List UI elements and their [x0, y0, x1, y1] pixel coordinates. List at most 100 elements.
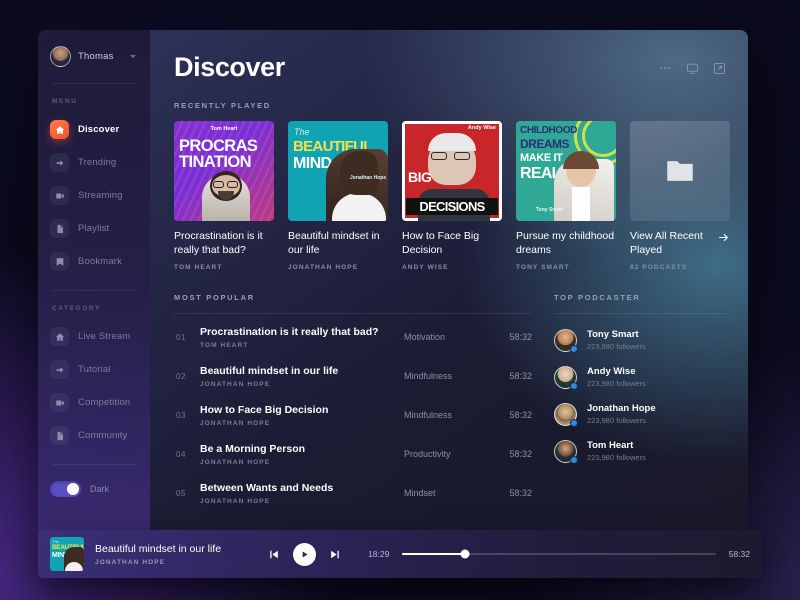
podcaster-followers: 223,980 followers: [587, 342, 646, 351]
podcaster-name: Tom Heart: [587, 440, 646, 451]
sidebar-item-community-label: Community: [78, 430, 127, 441]
cast-screen-icon[interactable]: [686, 62, 699, 80]
home-icon: [50, 327, 69, 346]
artwork-badge: Jonathan Hope: [350, 175, 386, 181]
artwork-badge: Tony Smart: [536, 207, 563, 213]
track-name: Beautiful mindset in our life: [200, 365, 404, 377]
track-author: JONATHAN HOPE: [200, 381, 404, 388]
artwork-pre: The: [294, 127, 310, 137]
view-all-title: View All Recent Played: [630, 230, 717, 258]
sidebar-item-community[interactable]: Community: [38, 419, 150, 452]
track-duration: 58:32: [490, 488, 532, 498]
track-category: Mindfulness: [404, 410, 490, 420]
page-header: Discover: [174, 52, 726, 83]
list-item[interactable]: Tony Smart 223,980 followers: [554, 322, 726, 359]
list-item[interactable]: Jonathan Hope 223,980 followers: [554, 396, 726, 433]
podcast-artwork[interactable]: Andy Wise BIG DECISIONS: [402, 121, 502, 221]
most-popular-divider: [174, 313, 532, 314]
track-author: TOM HEART: [200, 342, 404, 349]
app-window: Thomas MENU Discover Trending Streaming: [38, 30, 748, 540]
sidebar-item-tutorial[interactable]: Tutorial: [38, 353, 150, 386]
sidebar-item-live-stream[interactable]: Live Stream: [38, 320, 150, 353]
track-category: Motivation: [404, 332, 490, 342]
podcast-artwork[interactable]: Tom Heart PROCRAS TINATION: [174, 121, 274, 221]
podcast-card[interactable]: Andy Wise BIG DECISIONS How to Face Big …: [402, 121, 502, 271]
podcast-card[interactable]: The BEAUTIFUL MIND Jonathan Hope Beautif…: [288, 121, 388, 271]
podcaster-followers: 223,980 followers: [587, 453, 646, 462]
sidebar-item-trending-label: Trending: [78, 157, 116, 168]
podcaster-name: Jonathan Hope: [587, 403, 656, 414]
sidebar-item-tutorial-label: Tutorial: [78, 364, 111, 375]
avatar: [554, 403, 577, 426]
artwork-line1: CHILDHOOD: [520, 125, 577, 136]
view-all-recent-played-card[interactable]: View All Recent Played 82 PODCASTS: [630, 121, 730, 271]
podcast-artwork[interactable]: CHILDHOOD DREAMS MAKE IT REAL Tony Smart: [516, 121, 616, 221]
video-icon: [50, 186, 69, 205]
verified-badge-icon: [570, 345, 578, 353]
podcast-card-author: TONY SMART: [516, 264, 616, 271]
top-podcaster-divider: [554, 313, 726, 314]
track-number: 02: [176, 372, 200, 381]
sidebar-item-playlist-label: Playlist: [78, 223, 109, 234]
view-all-count: 82 PODCASTS: [630, 264, 717, 271]
file-icon: [50, 426, 69, 445]
user-name: Thomas: [78, 51, 114, 62]
sidebar-item-bookmark[interactable]: Bookmark: [38, 245, 150, 278]
dark-mode-toggle[interactable]: [50, 481, 81, 497]
verified-badge-icon: [570, 419, 578, 427]
sidebar-item-streaming-label: Streaming: [78, 190, 123, 201]
table-row[interactable]: 02 Beautiful mindset in our life JONATHA…: [174, 357, 532, 396]
avatar: [554, 366, 577, 389]
track-name: Procrastination is it really that bad?: [200, 326, 404, 338]
menu-group-label: MENU: [38, 84, 150, 113]
player-progress-bar[interactable]: [402, 553, 715, 555]
arrow-right-icon[interactable]: [717, 231, 730, 249]
sidebar-item-discover-label: Discover: [78, 124, 119, 135]
player-bar: The BEAUTIFUL MIND Beautiful mindset in …: [38, 530, 762, 578]
podcaster-followers: 223,980 followers: [587, 416, 656, 425]
user-profile[interactable]: Thomas: [38, 46, 150, 67]
verified-badge-icon: [570, 456, 578, 464]
artwork-line2: DREAMS: [520, 137, 569, 151]
sidebar-item-bookmark-label: Bookmark: [78, 256, 122, 267]
player-progress-handle[interactable]: [461, 550, 470, 559]
table-row[interactable]: 01 Procrastination is it really that bad…: [174, 318, 532, 357]
external-link-icon[interactable]: [713, 62, 726, 80]
folder-icon: [660, 154, 700, 188]
podcast-card[interactable]: Tom Heart PROCRAS TINATION Procrastinati…: [174, 121, 274, 271]
sidebar-item-competition[interactable]: Competition: [38, 386, 150, 419]
sidebar-item-trending[interactable]: Trending: [38, 146, 150, 179]
table-row[interactable]: 03 How to Face Big Decision JONATHAN HOP…: [174, 396, 532, 435]
player-progress-fill: [402, 553, 465, 555]
verified-badge-icon: [570, 382, 578, 390]
skip-previous-icon[interactable]: [267, 548, 280, 561]
podcaster-name: Tony Smart: [587, 329, 646, 340]
toggle-knob: [67, 483, 79, 495]
table-row[interactable]: 05 Between Wants and Needs JONATHAN HOPE…: [174, 474, 532, 513]
more-options-icon[interactable]: [658, 61, 672, 80]
sidebar-item-discover[interactable]: Discover: [38, 113, 150, 146]
list-item[interactable]: Andy Wise 223,980 followers: [554, 359, 726, 396]
home-icon: [50, 120, 69, 139]
track-author: JONATHAN HOPE: [200, 498, 404, 505]
lower-section: MOST POPULAR 01 Procrastination is it re…: [174, 293, 726, 513]
view-all-artwork[interactable]: [630, 121, 730, 221]
artwork-line2: MIND: [293, 156, 331, 172]
player-artwork[interactable]: The BEAUTIFUL MIND: [50, 537, 84, 571]
sidebar: Thomas MENU Discover Trending Streaming: [38, 30, 150, 540]
podcast-artwork[interactable]: The BEAUTIFUL MIND Jonathan Hope: [288, 121, 388, 221]
podcast-card[interactable]: CHILDHOOD DREAMS MAKE IT REAL Tony Smart…: [516, 121, 616, 271]
sidebar-item-playlist[interactable]: Playlist: [38, 212, 150, 245]
artwork-line2: TINATION: [179, 154, 257, 170]
table-row[interactable]: 04 Be a Morning Person JONATHAN HOPE Pro…: [174, 435, 532, 474]
chevron-down-icon[interactable]: [130, 55, 136, 58]
track-category: Productivity: [404, 449, 490, 459]
list-item[interactable]: Tom Heart 223,980 followers: [554, 433, 726, 470]
sidebar-item-streaming[interactable]: Streaming: [38, 179, 150, 212]
player-track-name: Beautiful mindset in our life: [95, 543, 221, 555]
podcast-card-title: How to Face Big Decision: [402, 230, 502, 258]
play-button[interactable]: [293, 543, 316, 566]
avatar: [554, 329, 577, 352]
track-number: 04: [176, 450, 200, 459]
skip-next-icon[interactable]: [329, 548, 342, 561]
